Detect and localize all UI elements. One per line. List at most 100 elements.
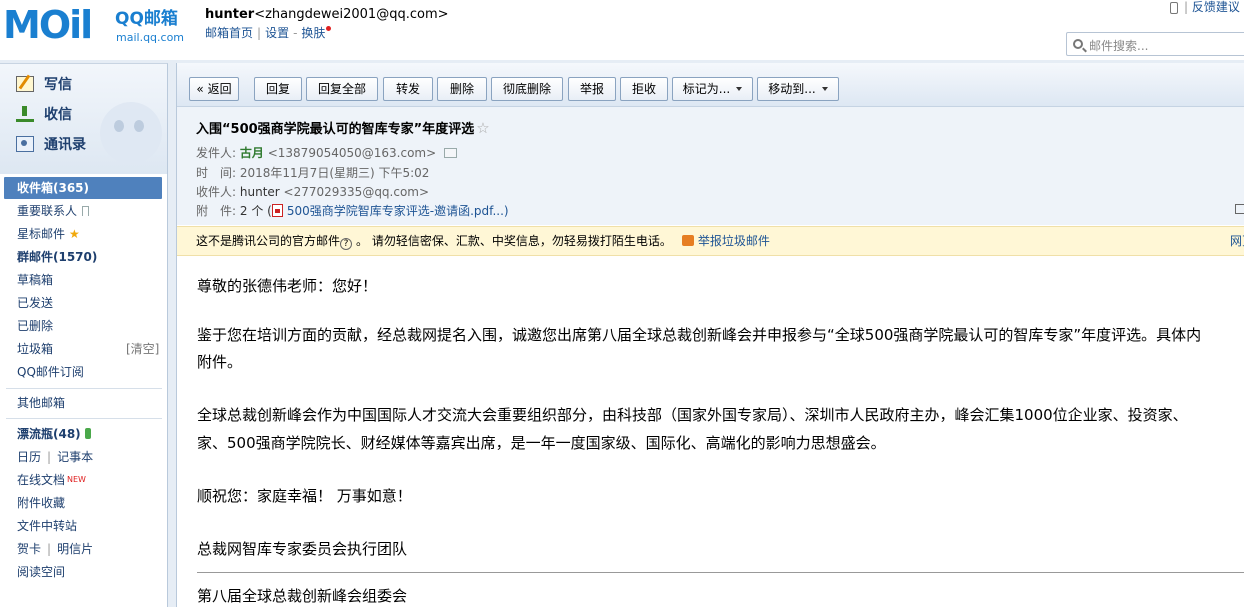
calendar-link[interactable]: 日历 — [17, 450, 41, 464]
time-value: 2018年11月7日(星期三) 下午5:02 — [239, 166, 430, 180]
contacts-label: 通讯录 — [44, 137, 86, 153]
warning-text: 这不是腾讯公司的官方邮件 — [196, 234, 341, 248]
sidebar-item-inbox[interactable]: 收件箱(365) — [17, 180, 89, 196]
starred-label: 星标邮件 — [17, 227, 66, 241]
compose-icon — [16, 76, 34, 92]
logo-brand: QQ邮箱 — [115, 9, 178, 29]
search-icon — [1073, 39, 1083, 49]
recipient-name: hunter — [239, 185, 280, 199]
sidebar-item-groups[interactable]: 群邮件(1570) — [17, 249, 97, 265]
docs-label: 在线文档 — [17, 473, 66, 487]
reply-all-button[interactable]: 回复全部 — [306, 77, 378, 101]
report-button[interactable]: 举报 — [568, 77, 616, 101]
attachment-link[interactable]: 500强商学院智库专家评选-邀请函.pdf...) — [287, 204, 509, 218]
card-link[interactable]: 贺卡 — [17, 542, 41, 556]
mark-as-dropdown[interactable]: 标记为... — [672, 77, 753, 101]
signature-committee: 第八届全球总裁创新峰会组委会 — [197, 587, 408, 605]
sender-address: <13879054050@163.com> — [267, 146, 437, 160]
link-separator: | — [47, 450, 52, 464]
chevron-down-icon — [736, 87, 743, 91]
sidebar-item-important[interactable]: 重要联系人 — [17, 203, 90, 219]
from-label: 发件人: — [196, 146, 237, 160]
sender-name[interactable]: 古月 — [240, 146, 264, 160]
move-to-label: 移动到... — [768, 82, 816, 96]
forward-button[interactable]: 转发 — [383, 77, 433, 101]
sidebar-item-sent[interactable]: 已发送 — [17, 295, 53, 311]
sidebar-item-transfer[interactable]: 文件中转站 — [17, 518, 77, 534]
user-info: hunter<zhangdewei2001@qq.com> — [205, 7, 449, 23]
mark-as-label: 标记为... — [682, 82, 731, 96]
mail-subject: 入围“500强商学院最认可的智库专家”年度评选 ☆ — [196, 120, 490, 138]
security-warning-bar: 这不是腾讯公司的官方邮件?。 请勿轻信密保、汇款、中奖信息，勿轻易拨打陌生电话。… — [177, 226, 1244, 256]
logo-mark: MOil — [3, 3, 93, 47]
sidebar-item-subscribe[interactable]: QQ邮件订阅 — [17, 364, 84, 380]
back-button[interactable]: « 返回 — [189, 77, 239, 101]
mail-header: 入围“500强商学院最认可的智库专家”年度评选 ☆ 发件人: 古月 <138790… — [177, 107, 1244, 225]
user-name: hunter — [205, 7, 255, 22]
delete-permanent-button[interactable]: 彻底删除 — [491, 77, 563, 101]
attachment-label: 附 件: — [196, 204, 237, 218]
mail-toolbar: « 返回 回复 回复全部 转发 删除 彻底删除 举报 拒收 标记为... 移动到… — [177, 63, 1244, 107]
sidebar-item-drafts[interactable]: 草稿箱 — [17, 272, 53, 288]
body-paragraph: 附件。 — [197, 353, 243, 371]
notebook-link[interactable]: 记事本 — [57, 450, 93, 464]
body-paragraph: 鉴于您在培训方面的贡献，经总裁网提名入围，诚邀您出席第八届全球总裁创新峰会并申报… — [197, 326, 1202, 344]
contacts-button[interactable]: 通讯录 — [16, 136, 86, 154]
compose-button[interactable]: 写信 — [16, 76, 72, 94]
subject-text: 入围“500强商学院最认可的智库专家”年度评选 — [196, 122, 475, 137]
delete-button[interactable]: 删除 — [437, 77, 487, 101]
sidebar-item-card-row: 贺卡 | 明信片 — [17, 541, 93, 557]
bottle-icon — [84, 428, 91, 439]
mailbox-home-link[interactable]: 邮箱首页 — [205, 26, 253, 40]
important-label: 重要联系人 — [17, 204, 78, 218]
search-placeholder: 邮件搜索... — [1089, 39, 1149, 53]
reject-button[interactable]: 拒收 — [620, 77, 668, 101]
sidebar-item-deleted[interactable]: 已删除 — [17, 318, 53, 334]
move-to-dropdown[interactable]: 移动到... — [757, 77, 839, 101]
link-separator: | — [47, 542, 52, 556]
sidebar-item-reading[interactable]: 阅读空间 — [17, 564, 65, 580]
contacts-icon — [16, 136, 34, 152]
link-separator: | — [1184, 0, 1189, 14]
expand-icon[interactable] — [1235, 204, 1244, 214]
sidebar-divider — [6, 418, 162, 419]
postcard-link[interactable]: 明信片 — [57, 542, 93, 556]
reply-button[interactable]: 回复 — [254, 77, 302, 101]
attachment-row: 附 件: 2 个 ( 500强商学院智库专家评选-邀请函.pdf...) — [196, 203, 509, 219]
chevron-down-icon — [821, 87, 828, 91]
feedback-link[interactable]: 反馈建议 — [1192, 0, 1240, 14]
top-header: MOil QQ邮箱 mail.qq.com hunter<zhangdewei2… — [0, 0, 1244, 60]
sidebar-item-bottle[interactable]: 漂流瓶(48) — [17, 426, 91, 442]
new-badge: NEW — [67, 475, 86, 484]
search-input[interactable]: 邮件搜索... — [1066, 32, 1244, 56]
contact-card-icon[interactable] — [444, 148, 458, 158]
sidebar-item-attachments[interactable]: 附件收藏 — [17, 495, 65, 511]
signature-team: 总裁网智库专家委员会执行团队 — [197, 540, 408, 558]
link-separator: | — [257, 26, 262, 40]
bottle-label: 漂流瓶(48) — [17, 427, 81, 441]
time-label: 时 间: — [196, 166, 237, 180]
report-spam-link[interactable]: 举报垃圾邮件 — [698, 234, 770, 248]
sidebar-item-other[interactable]: 其他邮箱 — [17, 395, 65, 411]
star-outline-icon[interactable]: ☆ — [476, 119, 489, 137]
link-separator: - — [293, 26, 298, 40]
skin-link[interactable]: 换肤 — [301, 26, 325, 40]
closing-wishes: 顺祝您：家庭幸福！ 万事如意！ — [197, 487, 412, 505]
star-icon: ★ — [69, 227, 80, 241]
receive-button[interactable]: 收信 — [16, 106, 72, 124]
webpage-link[interactable]: 网页 — [1230, 227, 1244, 255]
settings-link[interactable]: 设置 — [265, 26, 289, 40]
sidebar-item-docs[interactable]: 在线文档 NEW — [17, 472, 86, 488]
sidebar-divider — [6, 388, 162, 389]
sidebar-item-starred[interactable]: 星标邮件 ★ — [17, 226, 80, 242]
clear-spam-link[interactable]: [清空] — [126, 341, 159, 357]
help-icon[interactable]: ? — [340, 238, 353, 250]
qqmail-logo[interactable]: MOil QQ邮箱 mail.qq.com — [3, 4, 193, 46]
report-spam-icon — [681, 235, 694, 246]
sidebar-item-spam[interactable]: 垃圾箱 — [17, 341, 53, 357]
signature-divider — [197, 572, 1244, 573]
recipient-address: <277029335@qq.com> — [283, 185, 430, 199]
phone-icon[interactable] — [1170, 1, 1178, 14]
attachment-count: 2 个 ( — [239, 204, 272, 218]
greeting: 尊敬的张德伟老师：您好！ — [197, 277, 378, 295]
